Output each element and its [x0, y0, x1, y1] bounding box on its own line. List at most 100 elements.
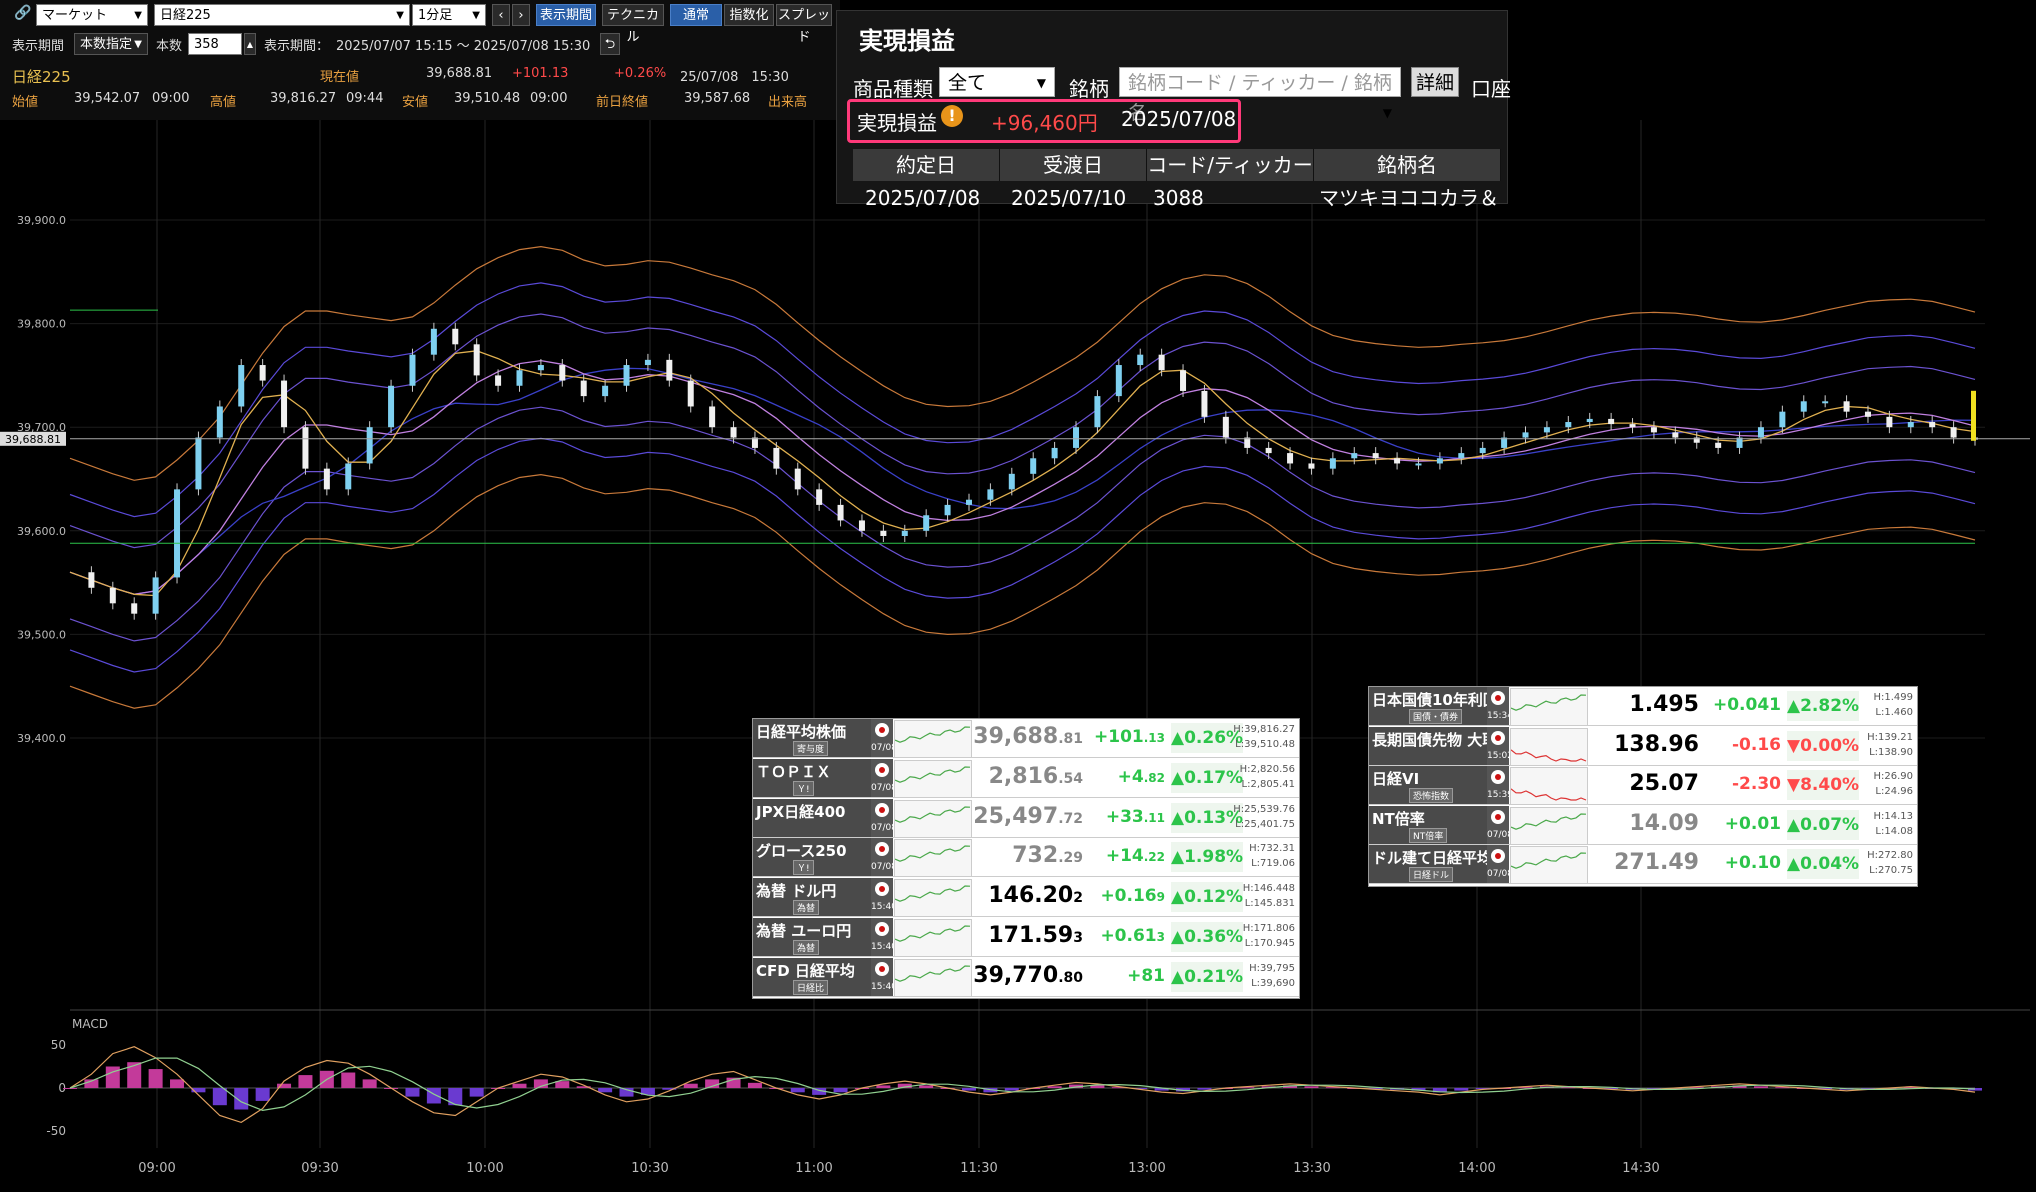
market-sub-button[interactable]: 為替 — [793, 940, 820, 955]
high-low: H:14.13 L:14.08 — [1873, 809, 1913, 839]
market-row[interactable]: 日経平均株価 寄与度 07/08 39,688.81 +101.13 ▲0.26% H:39… — [753, 719, 1299, 758]
flag-icon: 07/08 — [1487, 805, 1513, 844]
symbol-label: 銘柄 — [1069, 77, 1109, 101]
chevron-down-icon: ▼ — [472, 10, 480, 21]
market-row[interactable]: NT倍率 NT倍率 07/08 14.09 +0.01 ▲0.07% H:14.13 L:14… — [1369, 805, 1917, 845]
market-name[interactable]: 為替 ユーロ円 為替 — [753, 918, 871, 956]
market-name[interactable]: CFD 日経平均 日経比 — [753, 957, 871, 996]
x-tick-label: 09:00 — [138, 1161, 175, 1176]
change-pct: ▲0.07% — [1787, 809, 1859, 840]
candle-body — [1650, 427, 1657, 433]
col-name[interactable]: 銘柄名 — [1314, 149, 1501, 181]
price: 171.593 — [973, 923, 1083, 948]
candle-body — [281, 380, 288, 428]
interval-select[interactable]: 1分足 ▼ — [412, 4, 486, 26]
market-name[interactable]: 日経平均株価 寄与度 — [753, 719, 871, 757]
market-sub-button[interactable]: Ｙ! — [793, 780, 814, 796]
macd-bar — [63, 1088, 77, 1089]
flag-icon: 15:40 — [871, 957, 897, 996]
price: 138.96 — [1614, 731, 1699, 757]
market-name[interactable]: 日本国債10年利回り 国債・債券 — [1369, 687, 1513, 725]
market-name[interactable]: グロース250 Ｙ! — [753, 838, 871, 877]
candle-body — [345, 463, 352, 490]
col-trade-date[interactable]: 約定日 — [853, 149, 1000, 181]
high-value: H:2,820.56 — [1239, 763, 1295, 775]
display-period-button[interactable]: 表示期間 — [536, 4, 596, 26]
market-name-label: ＴＯＰＩＸ — [756, 762, 832, 781]
market-row[interactable]: グロース250 Ｙ! 07/08 732.29 +14.22 ▲1.98% H:732.31… — [753, 838, 1299, 878]
market-row[interactable]: ドル建て日経平均 日経ドル 07/08 271.49 +0.10 ▲0.04% H:272.… — [1369, 845, 1917, 885]
next-button[interactable]: › — [512, 4, 530, 26]
market-row[interactable]: 為替 ユーロ円 為替 15:40 171.593 +0.613 ▲0.36% H:171.8… — [753, 918, 1299, 957]
market-sub-button[interactable]: 国債・債券 — [1409, 709, 1463, 724]
chevron-down-icon: ▼ — [1382, 106, 1392, 120]
market-row[interactable]: 長期国債先物 大取 15:02 138.96 -0.16 ▼0.00% H:139.21 L… — [1369, 726, 1917, 766]
market-sub-button[interactable]: 日経ドル — [1409, 867, 1454, 883]
col-settle-date[interactable]: 受渡日 — [1000, 149, 1147, 181]
candle-body — [1458, 453, 1465, 459]
sparkline-box — [894, 799, 972, 838]
row-trade-date[interactable]: 2025/07/08 — [865, 183, 980, 213]
normal-button[interactable]: 通常 — [670, 4, 722, 26]
link-icon[interactable]: 🔗 — [14, 5, 31, 21]
col-code[interactable]: コード/ティッカー — [1147, 149, 1314, 181]
candle-body — [730, 427, 737, 438]
row-code[interactable]: 3088 — [1153, 183, 1204, 213]
market-name[interactable]: ＴＯＰＩＸ Ｙ! — [753, 758, 871, 797]
market-row[interactable]: CFD 日経平均 日経比 15:40 39,770.80 +81 ▲0.21% H:39,7… — [753, 957, 1299, 997]
market-name[interactable]: ドル建て日経平均 日経ドル — [1369, 845, 1492, 884]
symbol-select[interactable]: 日経225 ▼ — [154, 4, 410, 26]
macd-bar — [1047, 1086, 1062, 1088]
market-name[interactable]: 日経VI 恐怖指数 — [1369, 766, 1487, 805]
sparkline-box — [894, 958, 972, 997]
price-chart[interactable]: 39,900.039,800.039,700.039,600.039,500.0… — [0, 120, 2036, 1192]
market-sub-button[interactable]: 日経比 — [793, 979, 829, 995]
prev-button[interactable]: ‹ — [492, 4, 510, 26]
candle-body — [1822, 401, 1829, 404]
market-row[interactable]: 日経VI 恐怖指数 15:39 25.07 -2.30 ▼8.40% H:26.90 L:24… — [1369, 766, 1917, 806]
market-name[interactable]: NT倍率 NT倍率 — [1369, 805, 1487, 844]
market-select[interactable]: マーケット ▼ — [36, 4, 148, 26]
market-row[interactable]: JPX日経400 07/08 25,497.72 +33.11 ▲0.13% H:25,5… — [753, 798, 1299, 838]
market-sub-button[interactable]: 寄与度 — [793, 741, 829, 756]
macd-bar — [255, 1088, 270, 1101]
row-settle-date[interactable]: 2025/07/10 — [1011, 183, 1126, 213]
type-select[interactable]: 全て ▼ — [939, 67, 1055, 97]
period-mode-select[interactable]: 本数指定 ▼ — [74, 33, 148, 55]
warning-icon[interactable]: ! — [941, 105, 963, 127]
market-sub-button[interactable]: NT倍率 — [1409, 827, 1448, 843]
candle-body — [1479, 447, 1486, 454]
prev-close-label: 前日終値 — [596, 95, 649, 110]
candle-body — [195, 437, 202, 490]
y-tick-label: 39,500.0 — [17, 628, 66, 641]
change: +101.13 — [1083, 727, 1165, 747]
market-sub-button[interactable]: Ｙ! — [793, 860, 814, 876]
symbol-search-input[interactable]: 銘柄コード / ティッカー / 銘柄名 ▼ — [1119, 67, 1401, 124]
detail-button[interactable]: 詳細 — [1411, 67, 1459, 97]
market-row[interactable]: ＴＯＰＩＸ Ｙ! 07/08 2,816.54 +4.82 ▲0.17% H:2,820.5… — [753, 758, 1299, 798]
x-tick-label: 10:00 — [466, 1161, 503, 1176]
candle-body — [1073, 427, 1080, 448]
market-sub-button[interactable]: 恐怖指数 — [1409, 788, 1454, 804]
y-tick-label: 39,400.0 — [17, 732, 66, 745]
market-name[interactable]: 長期国債先物 大取 — [1369, 726, 1497, 765]
market-row[interactable]: 日本国債10年利回り 国債・債券 15:34 1.495 +0.041 ▲2.82% H:1… — [1369, 687, 1917, 726]
index-button[interactable]: 指数化 — [724, 4, 774, 26]
sparkline — [1510, 694, 1587, 711]
count-up-button[interactable]: ▲ — [244, 33, 256, 55]
spread-button[interactable]: スプレッド — [776, 4, 832, 45]
market-row[interactable]: 為替 ドル円 為替 15:40 146.202 +0.169 ▲0.12% H:146.44… — [753, 878, 1299, 918]
market-name[interactable]: JPX日経400 — [753, 798, 871, 837]
quote-symbol: 日経225 — [12, 68, 71, 86]
change: -0.16 — [1732, 734, 1781, 755]
price: 25.07 — [1629, 771, 1699, 797]
sparkline — [1510, 788, 1587, 801]
count-input[interactable]: 358 — [188, 33, 242, 55]
reset-icon[interactable]: ⮌ — [600, 33, 620, 55]
market-sub-button[interactable]: 為替 — [793, 900, 820, 916]
market-name[interactable]: 為替 ドル円 為替 — [753, 878, 871, 917]
candle-body — [1094, 396, 1101, 428]
technical-button[interactable]: テクニカル — [602, 4, 664, 45]
high-low: H:1.499 L:1.460 — [1873, 690, 1913, 720]
row-name[interactable]: マツキヨココカラ＆カ... — [1319, 183, 1499, 213]
